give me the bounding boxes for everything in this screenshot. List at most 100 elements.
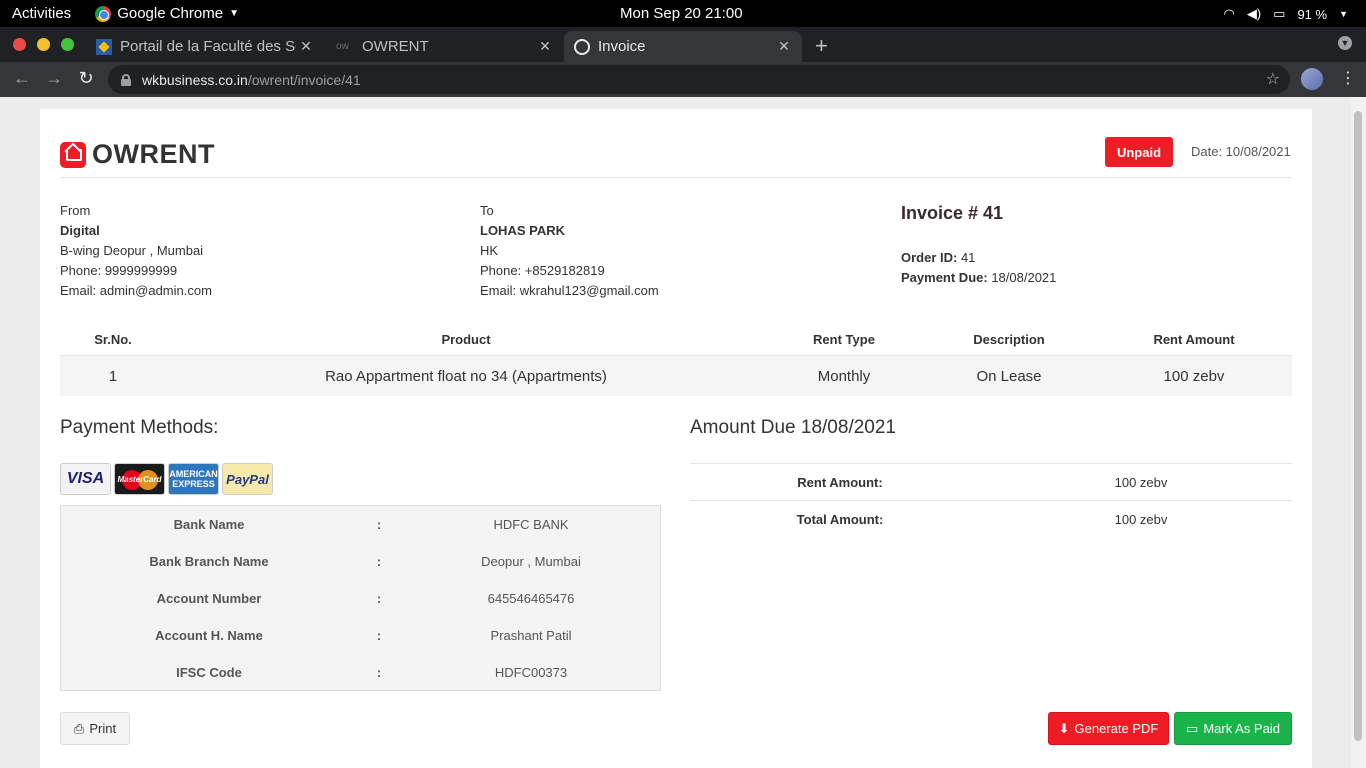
amount-due-heading: Amount Due 18/08/2021 xyxy=(690,417,896,438)
window-minimize-button[interactable] xyxy=(37,38,50,51)
battery-level: 91 % xyxy=(1297,6,1328,22)
new-tab-button[interactable]: + xyxy=(815,33,828,59)
payment-due-label: Payment Due: xyxy=(901,270,988,285)
app-menu[interactable]: Google Chrome ▼ xyxy=(95,5,239,22)
credit-card-icon: ▭ xyxy=(1186,720,1199,736)
table-cell: On Lease xyxy=(976,367,1042,385)
tab-invoice[interactable]: Invoice ✕ xyxy=(564,31,802,62)
reload-icon[interactable]: ↻ xyxy=(74,68,98,89)
payment-methods-heading: Payment Methods: xyxy=(60,417,219,438)
column-header: Sr.No. xyxy=(94,332,132,347)
window-maximize-button[interactable] xyxy=(61,38,74,51)
tab-owrent[interactable]: ow OWRENT ✕ xyxy=(326,31,563,62)
mastercard-icon: MasterCard xyxy=(114,463,165,495)
to-name: LOHAS PARK xyxy=(480,223,565,238)
to-address-line: HK xyxy=(480,243,499,258)
tab-title: Portail de la Faculté des Sc xyxy=(120,38,296,55)
visa-card-icon: VISA xyxy=(60,463,111,495)
page-scrollbar[interactable] xyxy=(1351,97,1366,768)
from-address: From Digital B-wing Deopur , Mumbai Phon… xyxy=(60,201,212,301)
battery-icon: ▭ xyxy=(1273,6,1286,21)
lock-icon[interactable] xyxy=(121,73,131,86)
table-cell: 100 zebv xyxy=(1163,367,1225,385)
from-label: From xyxy=(60,203,91,218)
chevron-down-icon: ▼ xyxy=(229,8,239,19)
bank-row: Bank Name : HDFC BANK xyxy=(173,517,569,532)
order-id-label: Order ID: xyxy=(901,250,958,265)
payment-due: 18/08/2021 xyxy=(987,270,1057,285)
bank-row: Bank Branch Name : Deopur , Mumbai xyxy=(149,554,581,569)
system-top-bar: Activities Google Chrome ▼ Mon Sep 20 21… xyxy=(0,0,1366,27)
invoice-title: Invoice # 41 xyxy=(901,203,1004,223)
scrollbar-thumb[interactable] xyxy=(1354,111,1362,741)
mark-as-paid-button[interactable]: ▭ Mark As Paid xyxy=(1174,712,1292,745)
tab-title: Invoice xyxy=(598,38,646,55)
to-email: Email: wkrahul123@gmail.com xyxy=(480,283,659,298)
header-divider xyxy=(60,177,1292,178)
tab-search-icon[interactable]: ▼ xyxy=(1338,36,1352,50)
owrent-favicon-icon: ow xyxy=(336,41,349,52)
owrent-logo-icon xyxy=(60,141,86,168)
download-icon: ⬇ xyxy=(1058,720,1070,736)
app-name: Google Chrome xyxy=(117,5,224,22)
column-header: Rent Amount xyxy=(1153,332,1235,347)
table-cell: Monthly xyxy=(817,367,871,385)
status-badge: Unpaid xyxy=(1105,137,1173,167)
amount-row-rent: Rent Amount: 100 zebv xyxy=(797,475,1168,490)
url-text[interactable]: wkbusiness.co.in/owrent/invoice/41 xyxy=(142,72,361,88)
payment-cards: VISA MasterCard AMERICAN EXPRESS PayPal xyxy=(60,463,273,495)
column-header: Rent Type xyxy=(813,332,875,347)
tab-strip: Portail de la Faculté des Sc ✕ ow OWRENT… xyxy=(0,27,1366,62)
paypal-icon: PayPal xyxy=(222,463,273,495)
bank-row: IFSC Code : HDFC00373 xyxy=(176,665,568,680)
volume-icon: ◀) xyxy=(1246,6,1262,21)
close-icon[interactable]: ✕ xyxy=(296,38,316,55)
printer-icon: ⎙ xyxy=(73,720,85,736)
bank-details: Bank Name : HDFC BANK Bank Branch Name :… xyxy=(60,505,661,691)
from-name: Digital xyxy=(60,223,100,238)
table-cell: 1 xyxy=(108,367,118,385)
chevron-down-icon: ▼ xyxy=(1339,9,1348,19)
items-table-header: Sr.No. Product Rent Type Description Ren… xyxy=(60,324,1292,356)
forward-arrow-icon[interactable]: → xyxy=(42,68,66,89)
to-phone: Phone: +8529182819 xyxy=(480,263,605,278)
back-arrow-icon[interactable]: ← xyxy=(10,68,34,89)
column-header: Product xyxy=(441,332,491,347)
tab-portail[interactable]: Portail de la Faculté des Sc ✕ xyxy=(86,31,324,62)
column-header: Description xyxy=(973,332,1045,347)
brand-name: OWRENT xyxy=(92,139,215,169)
from-email: Email: admin@admin.com xyxy=(60,283,212,298)
browser-toolbar: ← → ↻ wkbusiness.co.in/owrent/invoice/41… xyxy=(0,62,1366,97)
profile-avatar[interactable] xyxy=(1301,68,1323,90)
clock[interactable]: Mon Sep 20 21:00 xyxy=(620,5,743,22)
bookmark-star-icon[interactable]: ☆ xyxy=(1266,69,1280,89)
bank-row: Account Number : 645546465476 xyxy=(156,591,575,606)
activities-button[interactable]: Activities xyxy=(12,5,71,22)
close-icon[interactable]: ✕ xyxy=(535,38,555,55)
close-icon[interactable]: ✕ xyxy=(774,38,794,55)
invoice-date: Date: 10/08/2021 xyxy=(1191,144,1291,159)
to-label: To xyxy=(480,203,494,218)
from-phone: Phone: 9999999999 xyxy=(60,263,178,278)
window-close-button[interactable] xyxy=(13,38,26,51)
more-menu-icon[interactable]: ⋮ xyxy=(1340,68,1356,88)
generate-pdf-button[interactable]: ⬇ Generate PDF xyxy=(1048,712,1169,745)
from-address-line: B-wing Deopur , Mumbai xyxy=(60,243,204,258)
page-viewport: OWRENT Unpaid Date: 10/08/2021 From Digi… xyxy=(0,97,1366,768)
table-row: 1 Rao Appartment float no 34 (Appartment… xyxy=(60,356,1292,396)
amount-row-total: Total Amount: 100 zebv xyxy=(796,512,1168,527)
wifi-icon: ◠ xyxy=(1223,6,1235,21)
tab-title: OWRENT xyxy=(362,38,429,55)
amex-card-icon: AMERICAN EXPRESS xyxy=(168,463,219,495)
print-button[interactable]: ⎙ Print xyxy=(60,712,130,745)
invoice-meta: Order ID: 41 Payment Due: 18/08/2021 xyxy=(901,248,1056,288)
invoice-card: OWRENT Unpaid Date: 10/08/2021 From Digi… xyxy=(40,109,1312,768)
brand: OWRENT xyxy=(60,139,215,170)
school-favicon-icon xyxy=(96,38,112,55)
to-address: To LOHAS PARK HK Phone: +8529182819 Emai… xyxy=(480,201,659,301)
bank-row: Account H. Name : Prashant Patil xyxy=(155,628,572,643)
table-cell: Rao Appartment float no 34 (Appartments) xyxy=(325,367,607,385)
address-bar[interactable]: wkbusiness.co.in/owrent/invoice/41 ☆ xyxy=(108,65,1290,94)
system-tray[interactable]: ◠ ◀) ▭ 91 % ▼ xyxy=(1223,6,1348,22)
order-id: 41 xyxy=(957,250,976,265)
